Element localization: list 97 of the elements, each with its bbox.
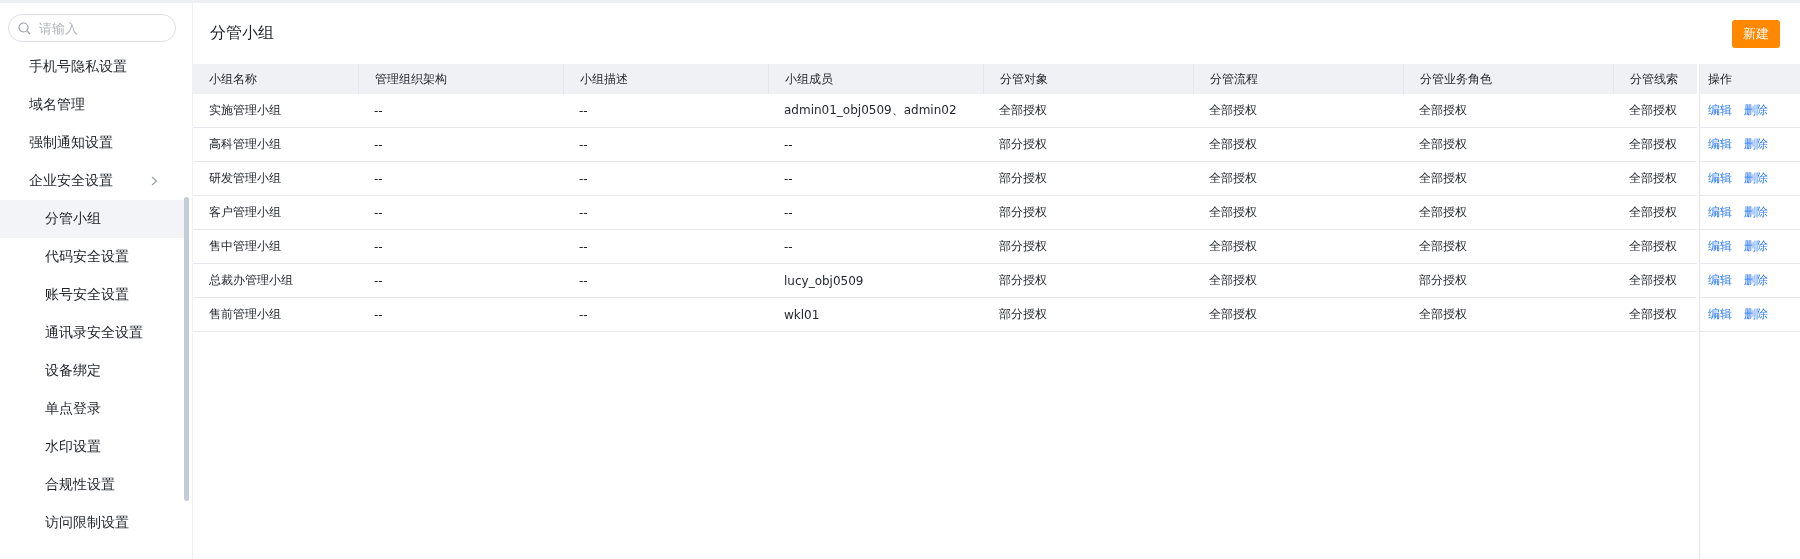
table-cell: 全部授权 xyxy=(1629,204,1677,221)
table-cell: admin01_obj0509、admin02 xyxy=(784,102,957,119)
table-cell: 总裁办管理小组 xyxy=(209,272,293,289)
table-cell: -- xyxy=(374,205,383,220)
table-cell: wkl01 xyxy=(784,307,820,322)
table-cell: -- xyxy=(784,137,793,152)
table-cell: 全部授权 xyxy=(1209,136,1257,153)
table-cell: -- xyxy=(579,205,588,220)
table-cell: 全部授权 xyxy=(1419,170,1467,187)
action-link[interactable]: 编辑 xyxy=(1708,170,1732,187)
table-cell: 部分授权 xyxy=(999,170,1047,187)
table-cell: -- xyxy=(374,307,383,322)
table-cell: -- xyxy=(579,239,588,254)
menu-item[interactable]: 企业安全设置 xyxy=(0,162,184,200)
column-header: 操作 xyxy=(1708,70,1732,88)
action-link[interactable]: 编辑 xyxy=(1708,102,1732,119)
column-header: 小组成员 xyxy=(785,70,833,88)
table-cell: 全部授权 xyxy=(1629,136,1677,153)
table-cell: 部分授权 xyxy=(999,238,1047,255)
table-cell: 全部授权 xyxy=(1209,204,1257,221)
action-link[interactable]: 删除 xyxy=(1744,102,1768,119)
table-cell: -- xyxy=(579,103,588,118)
table-cell: 全部授权 xyxy=(1419,238,1467,255)
table-cell: -- xyxy=(579,137,588,152)
table-cell: -- xyxy=(374,171,383,186)
table-cell: 全部授权 xyxy=(1209,238,1257,255)
table-cell: -- xyxy=(374,273,383,288)
table-cell: -- xyxy=(579,273,588,288)
table-cell: -- xyxy=(374,103,383,118)
table-cell: 部分授权 xyxy=(999,204,1047,221)
menu-item[interactable]: 通讯录安全设置 xyxy=(0,314,184,352)
column-header: 小组描述 xyxy=(580,70,628,88)
table-cell: 部分授权 xyxy=(1419,272,1467,289)
table-cell: 全部授权 xyxy=(1629,170,1677,187)
menu-item[interactable]: 域名管理 xyxy=(0,86,184,124)
action-link[interactable]: 删除 xyxy=(1744,170,1768,187)
table-cell: 客户管理小组 xyxy=(209,204,281,221)
table-cell: -- xyxy=(784,205,793,220)
action-link[interactable]: 删除 xyxy=(1744,306,1768,323)
new-button[interactable]: 新建 xyxy=(1732,19,1780,48)
page-title: 分管小组 xyxy=(210,23,274,44)
menu-item[interactable]: 手机号隐私设置 xyxy=(0,48,184,86)
menu-item[interactable]: 合规性设置 xyxy=(0,466,184,504)
table-cell: 全部授权 xyxy=(1209,272,1257,289)
menu-item[interactable]: 访问限制设置 xyxy=(0,504,184,542)
table-cell: 部分授权 xyxy=(999,272,1047,289)
menu-item[interactable]: 单点登录 xyxy=(0,390,184,428)
action-link[interactable]: 编辑 xyxy=(1708,136,1732,153)
menu-item[interactable]: 强制通知设置 xyxy=(0,124,184,162)
table-cell: 实施管理小组 xyxy=(209,102,281,119)
table-cell: 售前管理小组 xyxy=(209,306,281,323)
action-link[interactable]: 编辑 xyxy=(1708,272,1732,289)
table-cell: 全部授权 xyxy=(1209,170,1257,187)
menu-item[interactable]: 账号安全设置 xyxy=(0,276,184,314)
menu-item[interactable]: 设备绑定 xyxy=(0,352,184,390)
table-cell: -- xyxy=(374,239,383,254)
table-cell: 全部授权 xyxy=(1419,204,1467,221)
table-cell: 全部授权 xyxy=(999,102,1047,119)
table-cell: -- xyxy=(579,171,588,186)
column-header: 分管流程 xyxy=(1210,70,1258,88)
action-link[interactable]: 删除 xyxy=(1744,238,1768,255)
column-header: 管理组织架构 xyxy=(375,70,447,88)
action-link[interactable]: 编辑 xyxy=(1708,306,1732,323)
table-cell: 研发管理小组 xyxy=(209,170,281,187)
table-cell: 全部授权 xyxy=(1419,136,1467,153)
scrollbar[interactable] xyxy=(184,197,189,501)
table-cell: 全部授权 xyxy=(1629,102,1677,119)
action-link[interactable]: 编辑 xyxy=(1708,238,1732,255)
action-link[interactable]: 删除 xyxy=(1744,272,1768,289)
search-field[interactable]: 请输入 xyxy=(8,14,176,42)
table-cell: -- xyxy=(784,171,793,186)
menu-item[interactable]: 分管小组 xyxy=(0,200,184,238)
column-header: 分管业务角色 xyxy=(1420,70,1492,88)
column-header: 分管对象 xyxy=(1000,70,1048,88)
table-cell: 全部授权 xyxy=(1629,238,1677,255)
table-cell: -- xyxy=(784,239,793,254)
menu-item[interactable]: 代码安全设置 xyxy=(0,238,184,276)
table-cell: 全部授权 xyxy=(1419,102,1467,119)
table-cell: 部分授权 xyxy=(999,306,1047,323)
action-link[interactable]: 删除 xyxy=(1744,204,1768,221)
table-cell: -- xyxy=(579,307,588,322)
table-cell: 全部授权 xyxy=(1629,272,1677,289)
action-link[interactable]: 删除 xyxy=(1744,136,1768,153)
menu-item[interactable]: 水印设置 xyxy=(0,428,184,466)
table-cell: 全部授权 xyxy=(1209,102,1257,119)
table-cell: 部分授权 xyxy=(999,136,1047,153)
column-header: 分管线索 xyxy=(1630,70,1678,88)
column-header: 小组名称 xyxy=(209,70,257,88)
table-cell: lucy_obj0509 xyxy=(784,273,864,288)
chevron-icon xyxy=(151,176,158,186)
table-cell: 全部授权 xyxy=(1209,306,1257,323)
table-cell: -- xyxy=(374,137,383,152)
table-cell: 全部授权 xyxy=(1419,306,1467,323)
table-cell: 全部授权 xyxy=(1629,306,1677,323)
action-link[interactable]: 编辑 xyxy=(1708,204,1732,221)
table-cell: 售中管理小组 xyxy=(209,238,281,255)
table-cell: 高科管理小组 xyxy=(209,136,281,153)
